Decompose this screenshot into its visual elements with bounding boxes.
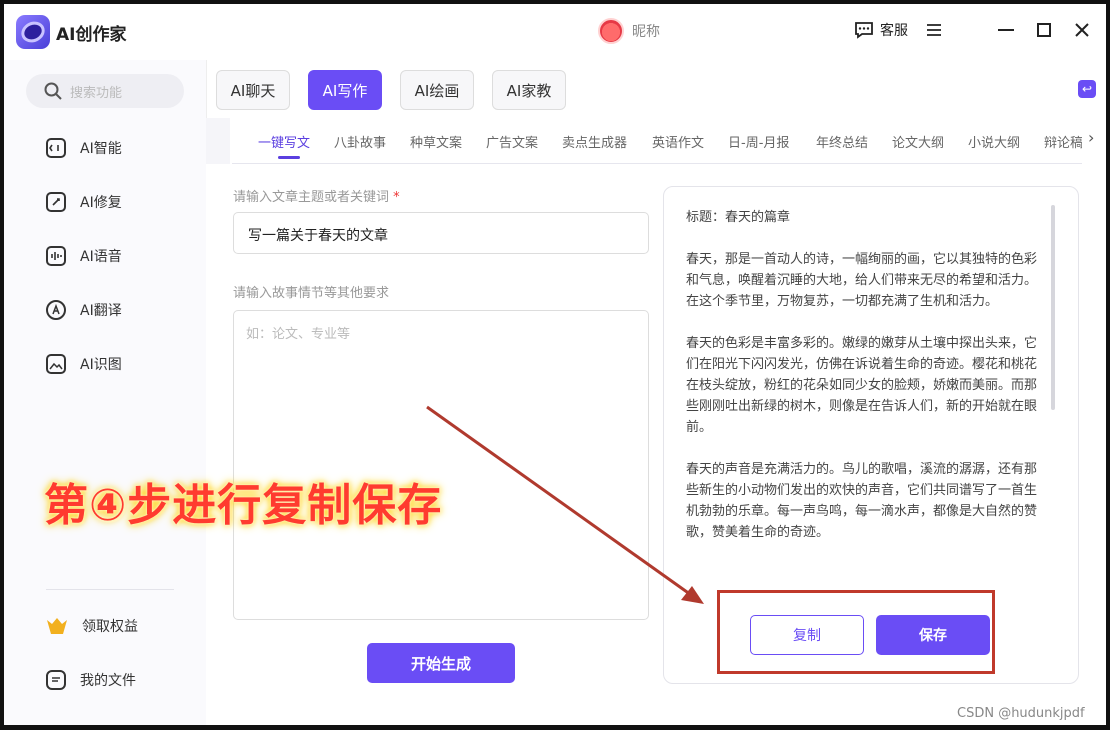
- watermark: CSDN @hudunkjpdf: [957, 706, 1085, 721]
- annotation-arrow: [426, 405, 704, 604]
- annotation-text: 第④步进行复制保存: [44, 480, 443, 531]
- app-window: AI创作家 昵称 客服 搜索功能 AI智能 AI修复 AI语音 AI翻译 AI识…: [4, 4, 1106, 725]
